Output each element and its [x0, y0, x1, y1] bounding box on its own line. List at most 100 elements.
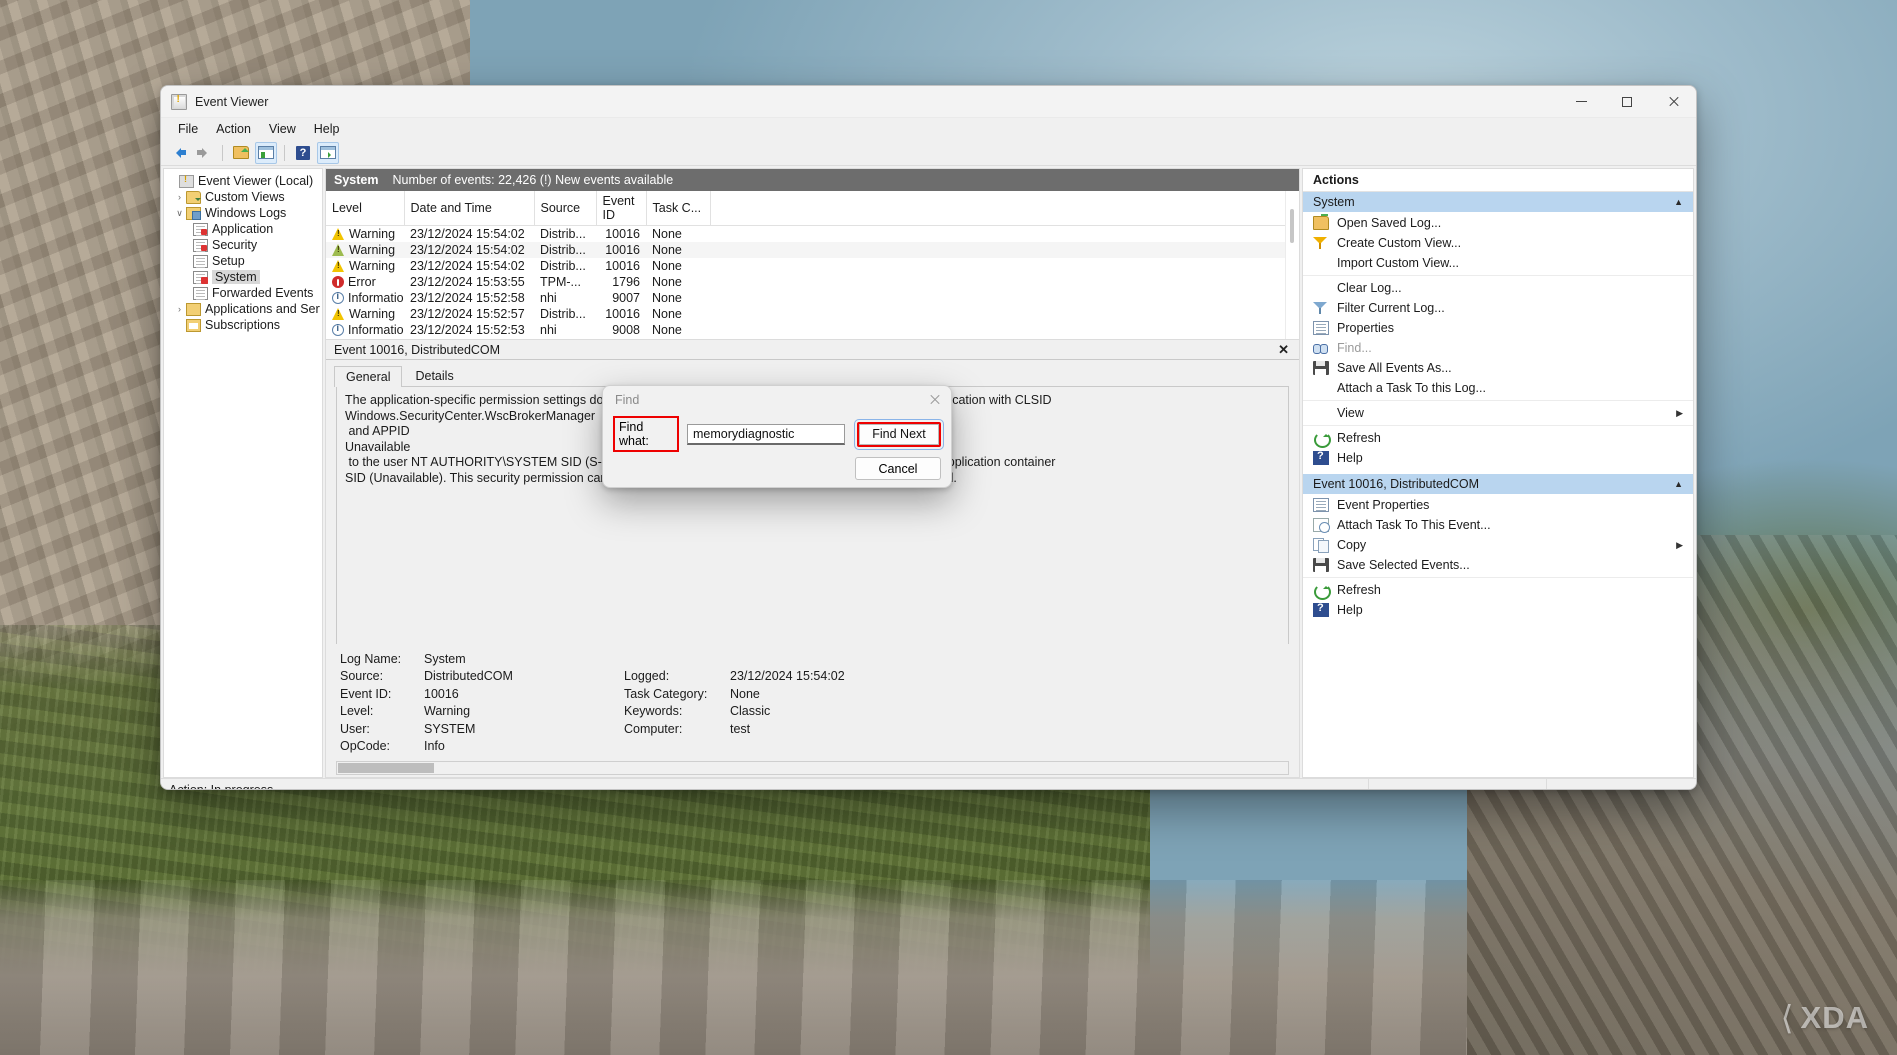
cell-level: Warning — [326, 226, 404, 243]
column-header-task-category[interactable]: Task C... — [646, 191, 710, 226]
chevron-right-icon[interactable]: ▶ — [1676, 540, 1683, 551]
menu-item-action[interactable]: Action — [207, 120, 260, 138]
chevron-down-icon[interactable]: ∨ — [173, 208, 186, 219]
tree-node-security[interactable]: Security — [166, 237, 320, 253]
action-clear-log[interactable]: Clear Log... — [1303, 278, 1693, 298]
tree-node-setup[interactable]: Setup — [166, 253, 320, 269]
column-header-level[interactable]: Level — [326, 191, 404, 226]
chevron-right-icon[interactable]: ▶ — [1676, 408, 1683, 419]
action-view[interactable]: View▶ — [1303, 403, 1693, 423]
cell-task: None — [646, 322, 710, 338]
actions-pane-title: Actions — [1303, 169, 1693, 192]
tree-node-subscriptions[interactable]: Subscriptions — [166, 317, 320, 333]
close-button[interactable] — [1650, 86, 1696, 118]
action-copy[interactable]: Copy▶ — [1303, 535, 1693, 555]
action-import-custom-view[interactable]: Import Custom View... — [1303, 253, 1693, 273]
tree-node-event-viewer-local[interactable]: Event Viewer (Local) — [166, 173, 320, 189]
action-refresh-event[interactable]: Refresh — [1303, 580, 1693, 600]
tree-node-windows-logs[interactable]: ∨ Windows Logs — [166, 205, 320, 221]
detail-horizontal-scrollbar[interactable] — [336, 761, 1289, 775]
actions-separator — [1303, 425, 1693, 426]
actions-group-header-event[interactable]: Event 10016, DistributedCOM ▲ — [1303, 474, 1693, 495]
show-hide-action-pane-button[interactable] — [255, 142, 277, 164]
help-button[interactable]: ? — [292, 142, 314, 164]
action-help-event[interactable]: Help — [1303, 600, 1693, 620]
forward-button[interactable] — [193, 142, 215, 164]
chevron-right-icon[interactable]: › — [173, 304, 186, 314]
cell-filler — [710, 306, 1285, 322]
metadata-row: User: SYSTEM Computer: test — [340, 720, 1289, 738]
table-row[interactable]: Information 23/12/2024 15:52:53 nhi 9008… — [326, 322, 1285, 338]
column-header-date-and-time[interactable]: Date and Time — [404, 191, 534, 226]
log-plain-icon — [193, 255, 208, 268]
action-save-selected-events[interactable]: Save Selected Events... — [1303, 555, 1693, 575]
scrollbar-thumb[interactable] — [1290, 209, 1294, 243]
arrow-right-icon — [196, 147, 212, 159]
event-table: Level Date and Time Source Event ID Task… — [326, 191, 1285, 339]
tree-node-custom-views[interactable]: › Custom Views — [166, 189, 320, 205]
action-label: Properties — [1337, 321, 1394, 335]
find-what-input[interactable] — [687, 424, 845, 445]
tree-node-label: Forwarded Events — [212, 286, 313, 300]
menu-item-file[interactable]: File — [169, 120, 207, 138]
actions-group-header-system[interactable]: System ▲ — [1303, 192, 1693, 213]
tab-details[interactable]: Details — [403, 365, 465, 386]
table-row[interactable]: Warning 23/12/2024 15:54:02 Distrib... 1… — [326, 258, 1285, 274]
action-filter-current-log[interactable]: Filter Current Log... — [1303, 298, 1693, 318]
table-row[interactable]: Information 23/12/2024 15:52:58 nhi 9007… — [326, 290, 1285, 306]
table-row[interactable]: Warning 23/12/2024 15:54:02 Distrib... 1… — [326, 242, 1285, 258]
menu-item-help[interactable]: Help — [305, 120, 349, 138]
table-row[interactable]: Warning 23/12/2024 15:54:02 Distrib... 1… — [326, 226, 1285, 243]
console-tree[interactable]: Event Viewer (Local) › Custom Views ∨ Wi… — [163, 168, 323, 778]
show-hide-preview-pane-button[interactable] — [317, 142, 339, 164]
tree-node-application[interactable]: Application — [166, 221, 320, 237]
event-list-scrollbar[interactable] — [1285, 191, 1299, 339]
tree-node-label: Security — [212, 238, 257, 252]
action-properties[interactable]: Properties — [1303, 318, 1693, 338]
tree-node-forwarded-events[interactable]: Forwarded Events — [166, 285, 320, 301]
table-row[interactable]: Error 23/12/2024 15:53:55 TPM-... 1796 N… — [326, 274, 1285, 290]
minimize-button[interactable] — [1558, 86, 1604, 118]
find-next-button[interactable]: Find Next — [859, 424, 939, 445]
action-help[interactable]: Help — [1303, 448, 1693, 468]
cell-filler — [710, 226, 1285, 243]
table-row[interactable]: Warning 23/12/2024 15:52:47 Distrib... 1… — [326, 338, 1285, 339]
table-row[interactable]: Warning 23/12/2024 15:52:57 Distrib... 1… — [326, 306, 1285, 322]
status-segment-3 — [1546, 779, 1696, 791]
chevron-right-icon[interactable]: › — [173, 192, 186, 202]
log-icon — [193, 239, 208, 252]
close-detail-pane-button[interactable]: ✕ — [1274, 342, 1293, 358]
column-header-source[interactable]: Source — [534, 191, 596, 226]
tree-node-system[interactable]: System — [166, 269, 320, 285]
action-create-custom-view[interactable]: Create Custom View... — [1303, 233, 1693, 253]
action-event-properties[interactable]: Event Properties — [1303, 495, 1693, 515]
spacer-icon — [1313, 256, 1329, 270]
back-button[interactable] — [168, 142, 190, 164]
tab-general[interactable]: General — [334, 366, 402, 387]
cell-event-id: 1796 — [596, 274, 646, 290]
folder-icon — [233, 146, 249, 159]
action-refresh[interactable]: Refresh — [1303, 428, 1693, 448]
label-logged: Logged: — [624, 669, 730, 683]
scrollbar-thumb[interactable] — [338, 763, 434, 773]
cell-event-id: 9007 — [596, 290, 646, 306]
column-header-event-id[interactable]: Event ID — [596, 191, 646, 226]
chevron-up-icon[interactable]: ▲ — [1674, 479, 1683, 489]
cell-filler — [710, 322, 1285, 338]
menu-item-view[interactable]: View — [260, 120, 305, 138]
tree-node-applications-and-services-logs[interactable]: › Applications and Services Lo — [166, 301, 320, 317]
chevron-up-icon[interactable]: ▲ — [1674, 197, 1683, 207]
maximize-button[interactable] — [1604, 86, 1650, 118]
cancel-button[interactable]: Cancel — [855, 457, 941, 480]
action-attach-a-task-to-this-log[interactable]: Attach a Task To this Log... — [1303, 378, 1693, 398]
action-open-saved-log[interactable]: Open Saved Log... — [1303, 213, 1693, 233]
event-grid[interactable]: Level Date and Time Source Event ID Task… — [326, 191, 1299, 339]
find-dialog-close-button[interactable] — [917, 386, 951, 413]
action-attach-task-to-this-event[interactable]: Attach Task To This Event... — [1303, 515, 1693, 535]
cell-filler — [710, 338, 1285, 339]
cell-level: Information — [326, 290, 404, 306]
action-save-all-events-as[interactable]: Save All Events As... — [1303, 358, 1693, 378]
show-hide-console-tree-button[interactable] — [230, 142, 252, 164]
value-user: SYSTEM — [424, 722, 624, 736]
column-header-filler — [710, 191, 1285, 226]
